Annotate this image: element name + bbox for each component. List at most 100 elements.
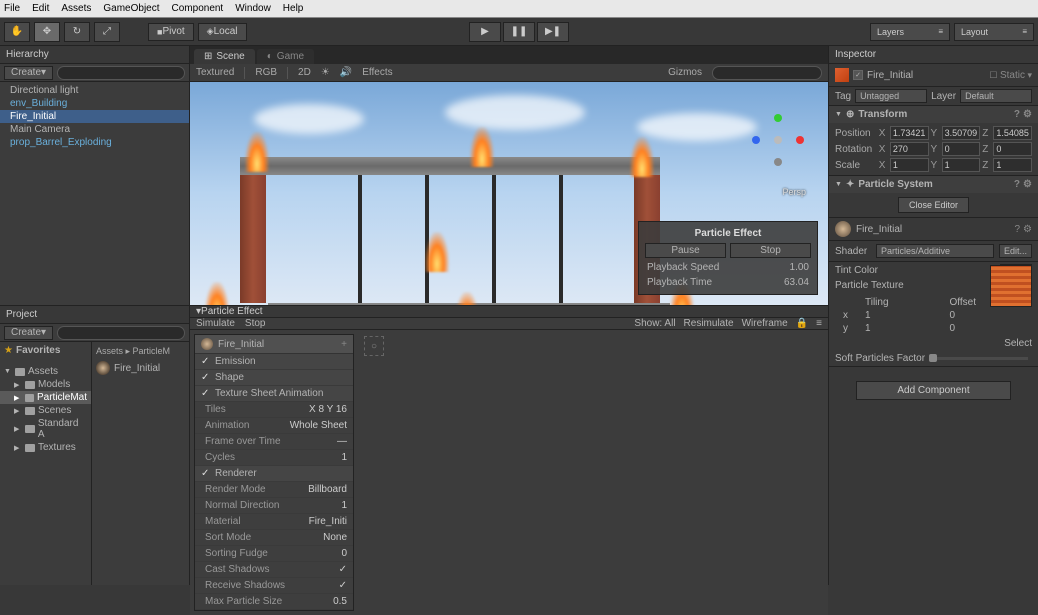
tiling-x[interactable]: 1 <box>865 310 948 321</box>
move-tool[interactable]: ✥ <box>34 22 60 42</box>
hierarchy-item[interactable]: env_Building <box>0 97 189 110</box>
particle-module[interactable]: ✓Shape <box>195 370 353 386</box>
material-name[interactable]: Fire_Initial <box>856 224 902 235</box>
hierarchy-item[interactable]: Main Camera <box>0 123 189 136</box>
gear-icon[interactable]: ⚙ <box>1023 179 1032 190</box>
particle-property[interactable]: Sorting Fudge0 <box>195 546 353 562</box>
menu-gameobject[interactable]: GameObject <box>103 3 159 14</box>
pp-system-header[interactable]: Fire_Initial + <box>195 335 353 354</box>
tree-item[interactable]: ▶Standard A <box>0 417 91 441</box>
particle-property[interactable]: Cycles1 <box>195 450 353 466</box>
close-editor-button[interactable]: Close Editor <box>898 197 969 213</box>
local-toggle[interactable]: ◈ Local <box>198 23 247 41</box>
help-icon[interactable]: ? <box>1014 179 1020 190</box>
particle-property[interactable]: AnimationWhole Sheet <box>195 418 353 434</box>
help-icon[interactable]: ? <box>1014 224 1020 235</box>
scene-tab[interactable]: ⊞ Scene <box>194 49 255 64</box>
tree-item[interactable]: ▶Textures <box>0 441 91 454</box>
menu-help[interactable]: Help <box>283 3 304 14</box>
tree-item[interactable]: ▼Assets <box>0 365 91 378</box>
particle-property[interactable]: Frame over Time— <box>195 434 353 450</box>
rot-z[interactable]: 0 <box>993 142 1032 156</box>
gizmos-dropdown[interactable]: Gizmos <box>668 67 702 78</box>
hierarchy-item[interactable]: Fire_Initial <box>0 110 189 123</box>
pause-button[interactable]: ❚❚ <box>503 22 535 42</box>
rotate-tool[interactable]: ↻ <box>64 22 90 42</box>
particle-module[interactable]: ✓Renderer <box>195 466 353 482</box>
tree-item[interactable]: ▶Models <box>0 378 91 391</box>
2d-toggle[interactable]: 2D <box>298 67 311 78</box>
lighting-icon[interactable]: ☀ <box>321 67 330 78</box>
help-icon[interactable]: ? <box>1014 109 1020 120</box>
particle-property[interactable]: Max Particle Size0.5 <box>195 594 353 610</box>
draw-mode[interactable]: Textured <box>196 67 234 78</box>
perspective-label[interactable]: Persp <box>782 187 806 197</box>
offset-y[interactable]: 0 <box>950 323 1033 334</box>
menu-component[interactable]: Component <box>172 3 224 14</box>
shader-edit[interactable]: Edit... <box>999 244 1032 258</box>
particle-module[interactable]: ✓Emission <box>195 354 353 370</box>
inspector-tab[interactable]: Inspector <box>829 46 1038 64</box>
tiling-y[interactable]: 1 <box>865 323 948 334</box>
layers-dropdown[interactable]: Layers <box>870 23 950 41</box>
step-button[interactable]: ▶❚ <box>537 22 569 42</box>
hierarchy-search[interactable] <box>57 66 185 80</box>
overlay-stop[interactable]: Stop <box>730 243 811 258</box>
hierarchy-item[interactable]: prop_Barrel_Exploding <box>0 136 189 149</box>
audio-icon[interactable]: 🔊 <box>340 67 352 78</box>
pp-wireframe[interactable]: Wireframe <box>742 318 788 329</box>
project-search[interactable] <box>57 326 185 340</box>
render-mode[interactable]: RGB <box>255 67 277 78</box>
scene-view[interactable]: Persp Particle Effect Pause Stop Playbac… <box>190 82 828 305</box>
favorites-header[interactable]: ★Favorites <box>0 344 91 357</box>
menu-file[interactable]: File <box>4 3 20 14</box>
particlesystem-header[interactable]: ▼✦Particle System ?⚙ <box>829 176 1038 193</box>
scl-x[interactable]: 1 <box>890 158 929 172</box>
scale-tool[interactable]: ⤢ <box>94 22 120 42</box>
pp-show[interactable]: Show: All <box>634 318 675 329</box>
pp-add-system[interactable]: ○ <box>364 336 384 356</box>
gear-icon[interactable]: ⚙ <box>1023 224 1032 235</box>
add-component-button[interactable]: Add Component <box>856 381 1010 400</box>
layout-dropdown[interactable]: Layout <box>954 23 1034 41</box>
texture-slot[interactable] <box>990 265 1032 307</box>
particle-property[interactable]: Sort ModeNone <box>195 530 353 546</box>
project-tab[interactable]: Project <box>0 306 189 324</box>
soft-particles-slider[interactable] <box>929 357 1028 360</box>
scene-search[interactable] <box>712 66 822 80</box>
hierarchy-item[interactable]: Directional light <box>0 84 189 97</box>
particle-property[interactable]: Receive Shadows✓ <box>195 578 353 594</box>
texture-select[interactable]: Select <box>1004 338 1032 349</box>
overlay-pause[interactable]: Pause <box>645 243 726 258</box>
pp-stop[interactable]: Stop <box>245 318 266 329</box>
gear-icon[interactable]: ⚙ <box>1023 109 1032 120</box>
pos-z[interactable]: 1.54085 <box>993 126 1032 140</box>
menu-assets[interactable]: Assets <box>61 3 91 14</box>
pp-simulate[interactable]: Simulate <box>196 318 235 329</box>
rot-y[interactable]: 0 <box>942 142 981 156</box>
static-toggle[interactable]: ☐ Static ▾ <box>989 70 1032 81</box>
hierarchy-create[interactable]: Create ▾ <box>4 66 53 80</box>
pp-resimulate[interactable]: Resimulate <box>684 318 734 329</box>
particle-property[interactable]: Normal Direction1 <box>195 498 353 514</box>
pivot-toggle[interactable]: ■ Pivot <box>148 23 194 41</box>
pp-menu-icon[interactable]: ≡ <box>816 318 822 329</box>
particle-module[interactable]: ✓Texture Sheet Animation <box>195 386 353 402</box>
particle-property[interactable]: TilesX 8 Y 16 <box>195 402 353 418</box>
pp-lock-icon[interactable]: 🔒 <box>796 318 808 329</box>
menu-edit[interactable]: Edit <box>32 3 49 14</box>
tag-dropdown[interactable]: Untagged <box>855 89 927 103</box>
asset-item[interactable]: Fire_Initial <box>96 359 185 377</box>
particle-property[interactable]: Cast Shadows✓ <box>195 562 353 578</box>
pp-add-icon[interactable]: + <box>341 339 347 350</box>
particle-effect-tab[interactable]: ▾ Particle Effect <box>190 306 828 318</box>
tree-item[interactable]: ▶ParticleMat <box>0 391 91 404</box>
offset-x[interactable]: 0 <box>950 310 1033 321</box>
play-button[interactable]: ▶ <box>469 22 501 42</box>
orientation-gizmo[interactable] <box>748 112 808 172</box>
breadcrumb[interactable]: Assets ▸ ParticleM <box>96 344 185 359</box>
scl-z[interactable]: 1 <box>993 158 1032 172</box>
layer-dropdown[interactable]: Default <box>960 89 1032 103</box>
particle-property[interactable]: Render ModeBillboard <box>195 482 353 498</box>
project-create[interactable]: Create ▾ <box>4 326 53 340</box>
